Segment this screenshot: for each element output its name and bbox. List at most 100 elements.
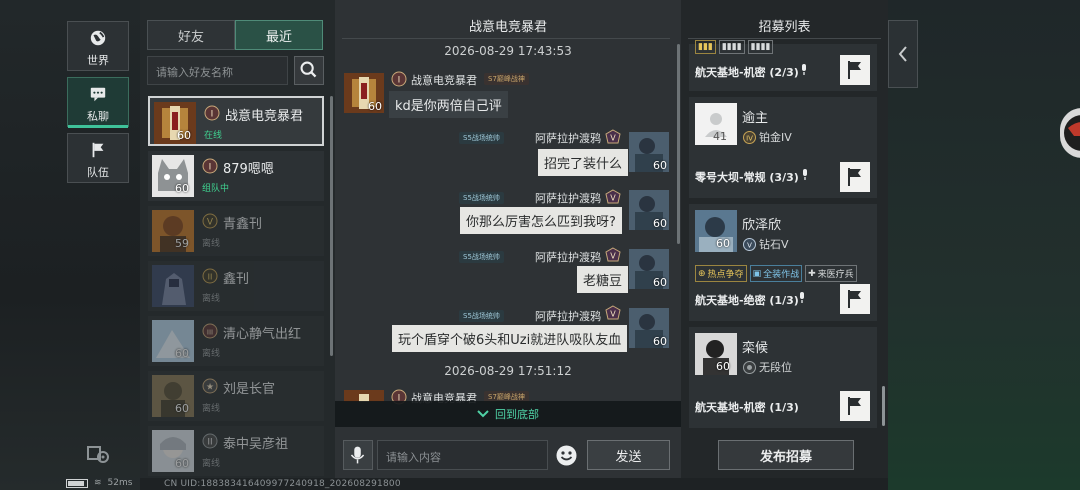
recruit-rank-label: 无段位 [759,361,792,374]
self-avatar[interactable]: 60 [629,308,669,348]
left-background [0,0,140,490]
voice-input-button[interactable] [343,440,373,470]
peer-avatar[interactable]: 60 [344,73,384,113]
svg-text:I: I [398,76,401,86]
chip-label: 热点争夺 [707,270,744,280]
rank-icon: I [202,158,218,174]
svg-text:II: II [207,438,212,448]
microphone-icon [803,169,807,180]
friend-item[interactable]: 60 ★ 刘是长官 离线 [148,371,324,421]
tab-recent[interactable]: 最近 [235,20,323,50]
svg-text:V: V [610,310,616,319]
friend-name: 泰中吴彦祖 [223,437,289,452]
chevron-down-icon [477,410,489,418]
recruit-card[interactable]: 60 栾候 无段位 航天基地-机密 (1/3) [689,327,877,428]
svg-text:IV: IV [746,134,753,142]
friend-item[interactable]: 60 II 泰中吴彦祖 离线 [148,426,324,476]
recruit-rank-label: 铂金IV [759,131,792,144]
svg-text:V: V [747,241,752,249]
rank-icon: II [202,268,218,284]
nav-team-button[interactable]: 队伍 [67,133,129,183]
self-avatar[interactable]: 60 [629,132,669,172]
chat-bubble-icon [90,87,106,102]
recruit-card[interactable]: 60 欣泽欣 V 钻石V ⊕ 热点争夺 ▣ 全装作战 ✚ 来医疗兵 航天基地-绝密 (… [689,204,877,321]
chip: ✚ 来医疗兵 [805,265,857,282]
flag-icon [92,142,104,158]
friend-list-scrollbar[interactable] [330,96,333,356]
rank-icon: I [391,71,407,87]
recruit-card[interactable]: 41 逾主 IV 铂金IV 零号大坝-常规 (3/3) [689,97,877,198]
friend-item[interactable]: 60 I 879嗯嗯 组队中 [148,151,324,201]
peer-name: 战意电竞暴君 [411,74,477,87]
friend-status: 组队中 [202,184,230,194]
message-input[interactable]: 请输入内容 [377,440,548,470]
friend-item[interactable]: 60 III 清心静气出红 离线 [148,316,324,366]
recruit-mode: 零号大坝-常规 (3/3) [695,171,799,184]
recruit-chips: ▮▮▮ ▮▮▮▮ ▮▮▮▮ [695,40,774,54]
chip: ▮▮▮▮ [718,40,745,54]
search-icon [300,61,317,78]
friend-item[interactable]: 59 V 青鑫刊 离线 [148,206,324,256]
svg-text:V: V [207,218,214,228]
rank-icon: ★ [202,378,218,394]
recruit-level: 60 [716,360,730,373]
rank-icon: V [202,213,218,229]
svg-text:I: I [211,110,214,120]
chip-label: 来医疗兵 [817,270,854,280]
friend-name: 战意电竞暴君 [225,109,304,124]
self-avatar[interactable]: 60 [629,190,669,230]
settings-gear-icon[interactable] [86,444,110,464]
self-name: 阿萨拉护渡鸦 [535,251,601,264]
nav-private-chat-button[interactable]: 私聊 [67,77,129,128]
chat-timestamp: 2026-08-29 17:51:12 [444,364,572,378]
publish-recruit-button[interactable]: 发布招募 [718,440,854,470]
recruit-scrollbar[interactable] [882,386,885,426]
friend-level: 60 [177,129,191,142]
collapse-panel-button[interactable] [888,20,918,88]
wifi-icon: ≋ [94,478,102,488]
rank-icon: V [605,305,621,320]
recruit-level: 41 [713,130,727,143]
rank-icon: V [605,129,621,144]
friend-search-input[interactable]: 请输入好友名称 [147,56,288,85]
recruit-card[interactable]: ▮▮▮ ▮▮▮▮ ▮▮▮▮ 航天基地-机密 (2/3) [689,40,877,91]
chat-timestamp: 2026-08-29 17:43:53 [444,44,572,58]
tab-friends[interactable]: 好友 [147,20,235,50]
svg-text:II: II [208,273,213,282]
friend-name: 刘是长官 [223,382,276,397]
flag-icon [848,168,861,186]
nav-world-label: 世界 [87,54,109,67]
friend-item[interactable]: 60 I 战意电竞暴君 在线 [148,96,324,146]
recruit-mode: 航天基地-机密 (2/3) [695,66,799,79]
friend-status: 离线 [202,349,221,359]
nav-world-button[interactable]: 世界 [67,21,129,71]
rank-icon: V [605,247,621,262]
recruit-rank-label: 钻石V [759,238,789,251]
nav-private-chat-label: 私聊 [87,110,109,123]
search-button[interactable] [294,56,324,85]
friend-level: 59 [175,237,189,250]
medic-icon: ✚ [808,268,816,279]
avatar [152,265,194,307]
flag-icon [848,397,861,415]
rank-icon: I [204,105,220,121]
join-team-button[interactable] [840,391,870,421]
chat-scrollbar[interactable] [677,44,680,244]
join-team-button[interactable] [840,284,870,314]
recruit-name: 逾主 [742,111,769,126]
recruit-rank: 无段位 [743,359,792,375]
self-avatar[interactable]: 60 [629,249,669,289]
back-to-bottom-button[interactable]: 回到底部 [335,401,681,427]
send-button[interactable]: 发送 [587,440,670,470]
emoji-icon[interactable] [554,443,579,468]
flag-icon [848,61,861,79]
join-team-button[interactable] [840,55,870,85]
flag-icon [848,290,861,308]
join-team-button[interactable] [840,162,870,192]
friend-level: 60 [175,182,189,195]
nav-team-label: 队伍 [87,166,109,179]
hot-spot-icon: ⊕ [698,268,706,279]
friend-item[interactable]: II 鑫刊 离线 [148,261,324,311]
full-gear-icon: ▣ [752,268,762,279]
friend-name: 清心静气出红 [223,327,302,342]
